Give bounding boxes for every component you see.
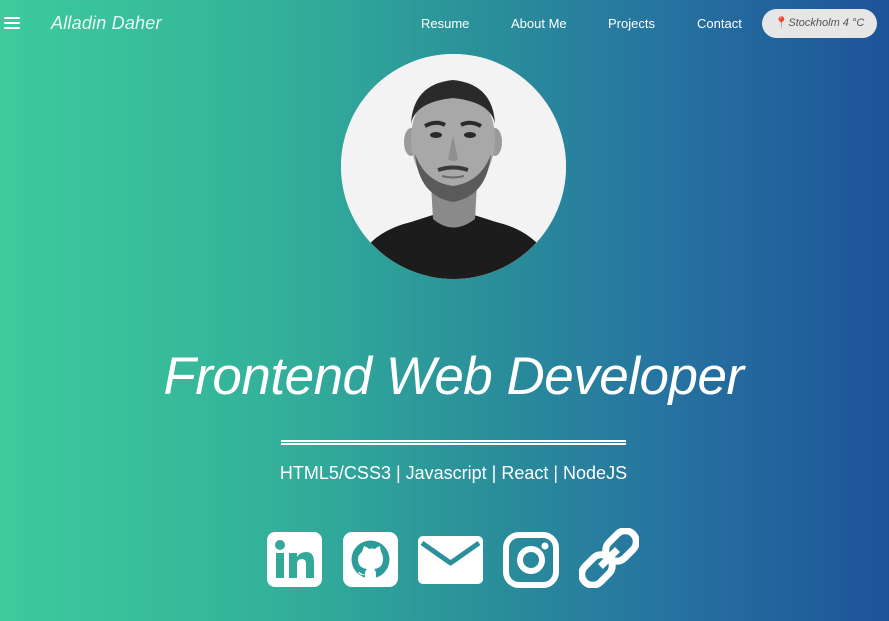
nav-link-about-me[interactable]: About Me xyxy=(511,16,567,31)
nav-link-contact[interactable]: Contact xyxy=(697,16,742,31)
instagram-link[interactable] xyxy=(503,532,559,588)
profile-photo xyxy=(341,54,566,279)
nav-links: Resume About Me Projects Contact xyxy=(0,0,889,48)
linkedin-icon xyxy=(267,532,322,587)
instagram-icon xyxy=(503,532,559,588)
link-icon xyxy=(579,528,639,588)
mail-icon xyxy=(418,536,483,584)
hero-headline: Frontend Web Developer xyxy=(163,347,744,406)
weather-text: Stockholm 4 °C xyxy=(788,17,865,29)
nav-link-projects[interactable]: Projects xyxy=(608,16,655,31)
social-links xyxy=(0,526,889,592)
weather-widget[interactable]: 📍Stockholm 4 °C xyxy=(762,9,877,38)
linkedin-link[interactable] xyxy=(267,532,322,587)
website-link[interactable] xyxy=(579,528,639,588)
navbar: Alladin Daher Resume About Me Projects C… xyxy=(0,0,889,48)
map-pin-icon: 📍 xyxy=(774,17,789,29)
skills-list: HTML5/CSS3 | Javascript | React | NodeJS xyxy=(279,463,628,483)
profile-photo-image xyxy=(341,54,566,279)
github-icon xyxy=(343,532,398,587)
mail-link[interactable] xyxy=(418,536,483,584)
github-link[interactable] xyxy=(343,532,398,587)
headline-divider xyxy=(281,440,626,445)
nav-link-resume[interactable]: Resume xyxy=(421,16,469,31)
